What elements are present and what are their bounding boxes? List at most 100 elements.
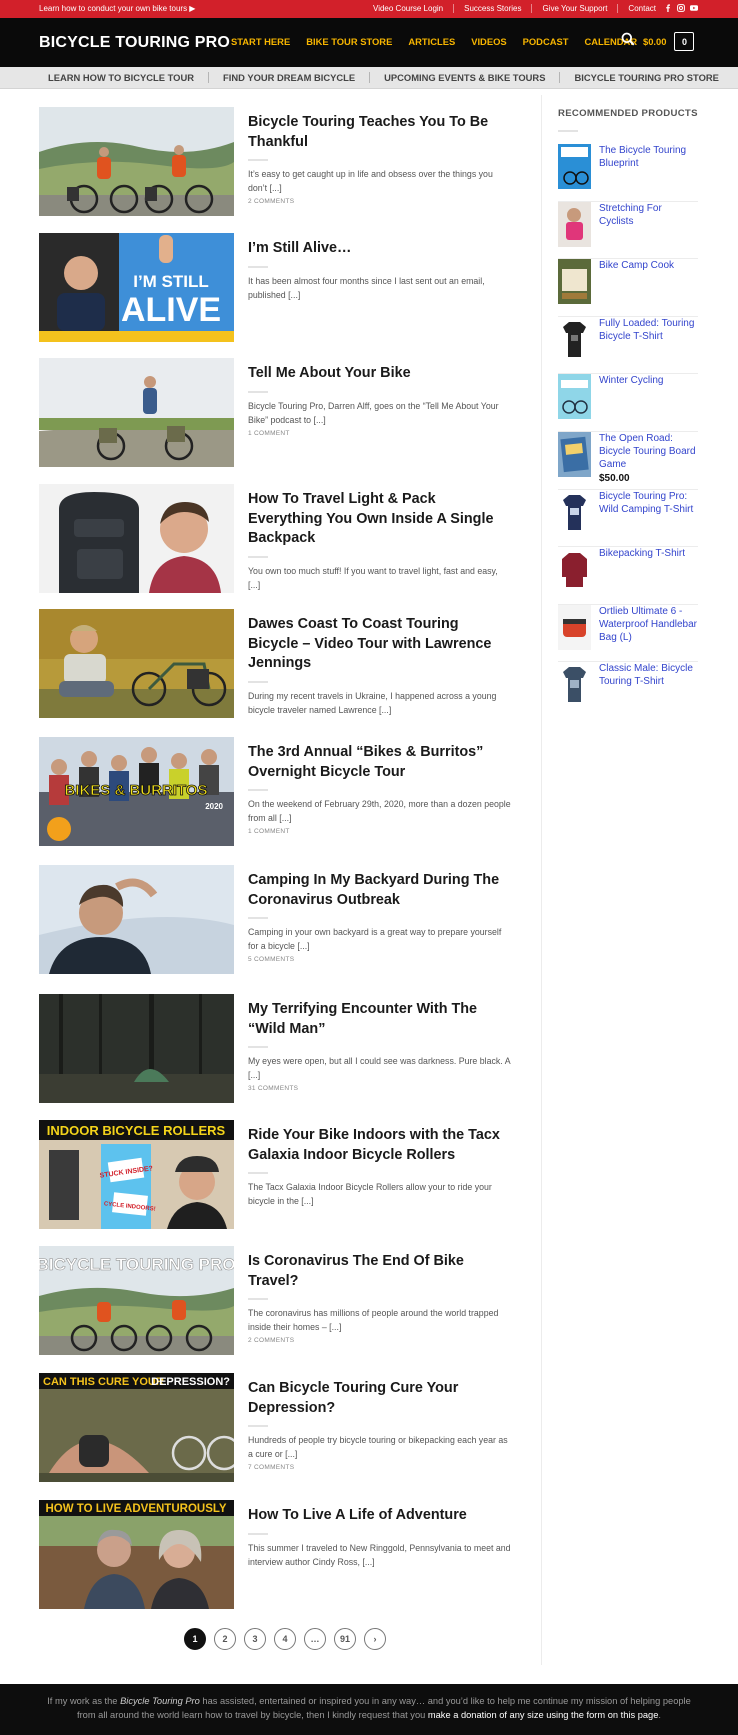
post-excerpt: Bicycle Touring Pro, Darren Alff, goes o… [248, 400, 499, 425]
product-image[interactable] [558, 316, 591, 362]
post-comments-link[interactable]: 2 COMMENTS [248, 198, 511, 205]
product-name[interactable]: Bicycle Touring Pro: Wild Camping T-Shir… [599, 490, 698, 516]
post-comments-link[interactable]: 2 COMMENTS [248, 1337, 511, 1344]
post-comments-link[interactable]: 7 COMMENTS [248, 1464, 511, 1471]
instagram-icon[interactable] [677, 4, 685, 12]
post-title[interactable]: Bicycle Touring Teaches You To Be Thankf… [248, 113, 511, 152]
product-image[interactable] [558, 259, 591, 304]
post-title[interactable]: Tell Me About Your Bike [248, 364, 511, 384]
post-comments-link[interactable]: 1 COMMENT [248, 430, 511, 437]
nav-videos[interactable]: VIDEOS [471, 36, 506, 47]
product-item[interactable]: Stretching For Cyclists [558, 201, 698, 259]
product-name[interactable]: Ortlieb Ultimate 6 - Waterproof Handleba… [599, 605, 698, 644]
product-image[interactable] [558, 547, 591, 592]
post-thumbnail[interactable] [39, 358, 234, 467]
post-item: How To Travel Light & Pack Everything Yo… [39, 484, 511, 593]
top-links: Video Course Login Success Stories Give … [363, 4, 666, 13]
site-header: BICYCLE TOURING PRO START HERE BIKE TOUR… [0, 18, 738, 67]
product-image[interactable] [558, 201, 591, 247]
post-title[interactable]: How To Live A Life of Adventure [248, 1506, 511, 1526]
post-thumbnail[interactable] [39, 609, 234, 718]
divider [248, 1172, 268, 1174]
post-thumbnail[interactable]: HOW TO LIVE ADVENTUROUSLY [39, 1500, 234, 1609]
page-4-button[interactable]: 4 [274, 1628, 296, 1650]
search-icon[interactable] [621, 32, 635, 51]
post-thumbnail[interactable]: CAN THIS CURE YOUR DEPRESSION? [39, 1373, 234, 1482]
subnav-learn-how[interactable]: LEARN HOW TO BICYCLE TOUR [34, 72, 208, 83]
subnav-find-bicycle[interactable]: FIND YOUR DREAM BICYCLE [208, 72, 369, 83]
page-91-button[interactable]: 91 [334, 1628, 356, 1650]
subnav-store[interactable]: BICYCLE TOURING PRO STORE [559, 72, 732, 83]
facebook-icon[interactable] [664, 4, 672, 12]
nav-bike-tour-store[interactable]: BIKE TOUR STORE [306, 36, 392, 47]
footer-text: . [658, 1710, 661, 1720]
post-title[interactable]: I’m Still Alive… [248, 239, 511, 259]
donation-link[interactable]: make a donation of any size using the fo… [428, 1710, 659, 1720]
product-image[interactable] [558, 144, 591, 189]
post-title[interactable]: My Terrifying Encounter With The “Wild M… [248, 1000, 511, 1039]
product-item[interactable]: The Bicycle Touring Blueprint [558, 144, 698, 202]
product-name[interactable]: Bike Camp Cook [599, 259, 674, 272]
product-name[interactable]: The Open Road: Bicycle Touring Board Gam… [599, 432, 698, 471]
product-name[interactable]: Bikepacking T-Shirt [599, 547, 685, 560]
cart-count-icon[interactable]: 0 [674, 32, 695, 51]
post-excerpt: Hundreds of people try bicycle touring o… [248, 1435, 508, 1459]
give-support-link[interactable]: Give Your Support [532, 4, 619, 13]
post-title[interactable]: How To Travel Light & Pack Everything Yo… [248, 490, 511, 549]
video-course-login-link[interactable]: Video Course Login [363, 4, 455, 13]
post-title[interactable]: Can Bicycle Touring Cure Your Depression… [248, 1379, 511, 1418]
site-logo[interactable]: BICYCLE TOURING PRO [39, 34, 230, 52]
nav-articles[interactable]: ARTICLES [408, 36, 455, 47]
next-page-button[interactable]: › [364, 1628, 386, 1650]
product-item[interactable]: Ortlieb Ultimate 6 - Waterproof Handleba… [558, 604, 698, 662]
cart-total[interactable]: $0.00 [643, 36, 666, 47]
subnav-upcoming-events[interactable]: UPCOMING EVENTS & BIKE TOURS [369, 72, 559, 83]
post-comments-link[interactable]: 1 COMMENT [248, 828, 511, 835]
thumb-text: I’M STILL [133, 272, 209, 291]
nav-start-here[interactable]: START HERE [231, 36, 290, 47]
post-thumbnail[interactable] [39, 107, 234, 216]
divider [558, 130, 578, 132]
post-thumbnail[interactable]: BICYCLE TOURING PRO [39, 1246, 234, 1355]
product-item[interactable]: The Open Road: Bicycle Touring Board Gam… [558, 431, 698, 490]
post-thumbnail[interactable] [39, 994, 234, 1103]
product-image[interactable] [558, 374, 591, 419]
post-title[interactable]: Ride Your Bike Indoors with the Tacx Gal… [248, 1126, 511, 1165]
product-item[interactable]: Fully Loaded: Touring Bicycle T-Shirt [558, 316, 698, 374]
post-title[interactable]: Dawes Coast To Coast Touring Bicycle – V… [248, 615, 511, 674]
post-comments-link[interactable]: 5 COMMENTS [248, 956, 511, 963]
product-name[interactable]: Winter Cycling [599, 374, 663, 387]
product-image[interactable] [558, 604, 591, 650]
post-thumbnail[interactable]: BIKES & BURRITOS 2020 [39, 737, 234, 846]
youtube-icon[interactable] [690, 4, 698, 12]
page-2-button[interactable]: 2 [214, 1628, 236, 1650]
product-image[interactable] [558, 489, 591, 535]
contact-link[interactable]: Contact [618, 4, 666, 13]
product-name[interactable]: Stretching For Cyclists [599, 202, 698, 228]
divider [248, 789, 268, 791]
product-name[interactable]: Classic Male: Bicycle Touring T-Shirt [599, 662, 698, 688]
product-item[interactable]: Bikepacking T-Shirt [558, 547, 698, 605]
post-title[interactable]: Is Coronavirus The End Of Bike Travel? [248, 1252, 511, 1291]
post-thumbnail[interactable] [39, 865, 234, 974]
post-thumbnail[interactable]: INDOOR BICYCLE ROLLERS STUCK INSIDE? CYC… [39, 1120, 234, 1229]
post-thumbnail[interactable]: I’M STILL ALIVE [39, 233, 234, 342]
product-name[interactable]: The Bicycle Touring Blueprint [599, 144, 698, 170]
page-1-button[interactable]: 1 [184, 1628, 206, 1650]
product-name[interactable]: Fully Loaded: Touring Bicycle T-Shirt [599, 317, 698, 343]
nav-podcast[interactable]: PODCAST [523, 36, 569, 47]
divider [248, 555, 268, 558]
post-comments-link[interactable]: 31 COMMENTS [248, 1085, 511, 1092]
product-item[interactable]: Classic Male: Bicycle Touring T-Shirt [558, 662, 698, 720]
product-image[interactable] [558, 662, 591, 707]
post-title[interactable]: Camping In My Backyard During The Corona… [248, 871, 511, 910]
page-3-button[interactable]: 3 [244, 1628, 266, 1650]
product-image[interactable] [558, 431, 591, 477]
promo-link[interactable]: Learn how to conduct your own bike tours… [39, 4, 195, 13]
product-item[interactable]: Bike Camp Cook [558, 259, 698, 317]
product-item[interactable]: Winter Cycling [558, 374, 698, 432]
success-stories-link[interactable]: Success Stories [454, 4, 533, 13]
product-item[interactable]: Bicycle Touring Pro: Wild Camping T-Shir… [558, 489, 698, 547]
post-thumbnail[interactable] [39, 484, 234, 593]
post-title[interactable]: The 3rd Annual “Bikes & Burritos” Overni… [248, 743, 511, 782]
